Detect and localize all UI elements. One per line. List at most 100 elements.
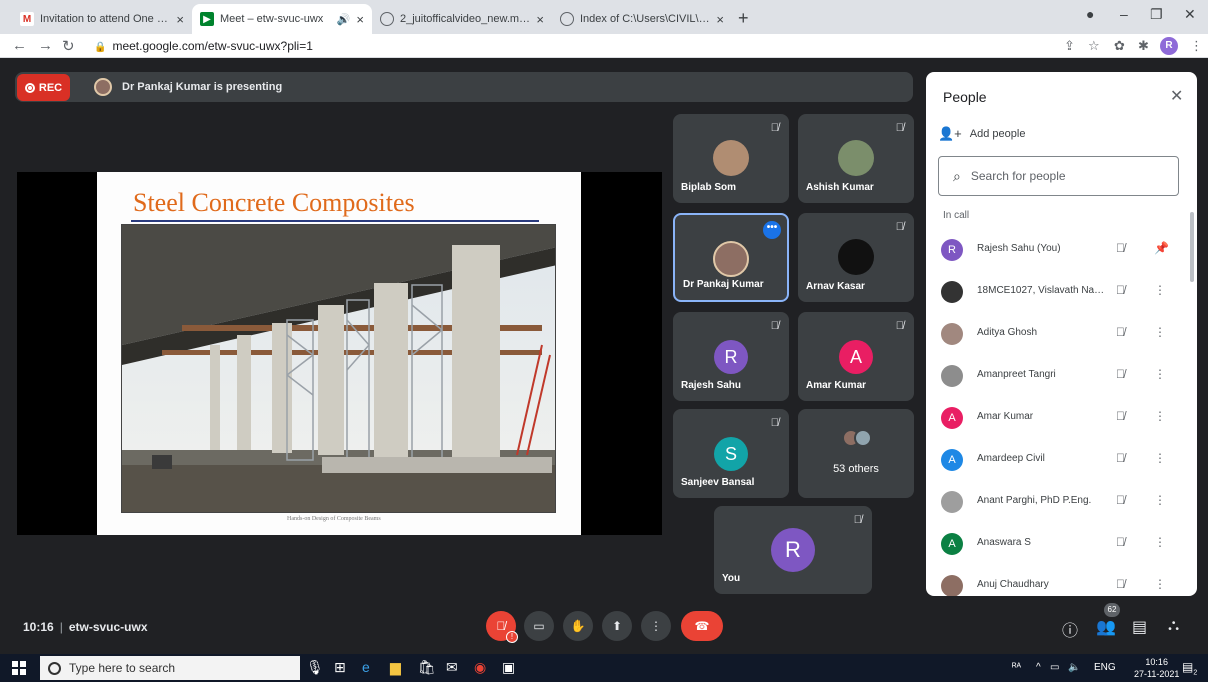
mic-toggle-button[interactable]: 🎙̸ ! [486, 611, 518, 643]
participant-avatar [941, 281, 963, 303]
mic-off-icon: 🎙̸ [770, 122, 779, 134]
speaker-icon[interactable]: 🔊 [337, 13, 351, 26]
profile-avatar[interactable]: R [1160, 37, 1178, 55]
window-close-button[interactable]: ✕ [1184, 6, 1196, 23]
others-tile[interactable]: 53 others [798, 409, 914, 498]
participant-row[interactable]: Aditya Ghosh 🎙̸ ⋮ [926, 313, 1188, 355]
raise-hand-button[interactable]: ✋ [563, 611, 593, 641]
mail-icon[interactable]: ✉ [446, 659, 458, 676]
presentation-slide: Steel Concrete Composites Hands-on Desig… [97, 172, 581, 535]
participant-tile[interactable]: 🎙̸ R Rajesh Sahu [673, 312, 789, 401]
reload-button[interactable]: ↻ [62, 37, 75, 55]
participant-avatar: A [941, 449, 963, 471]
new-tab-button[interactable]: + [738, 8, 749, 29]
in-call-label: In call [943, 210, 970, 221]
warning-icon: ! [506, 631, 518, 643]
more-options-icon[interactable]: ⋮ [1154, 535, 1166, 549]
participant-row[interactable]: A Amardeep Civil 🎙̸ ⋮ [926, 439, 1188, 481]
participant-tile[interactable]: 🎙̸ Ashish Kumar [798, 114, 914, 203]
more-options-icon[interactable]: ⋮ [1154, 409, 1166, 423]
rec-badge[interactable]: REC [17, 74, 70, 101]
minimize-button[interactable]: – [1120, 6, 1128, 22]
notification-icon[interactable]: ▤2 [1182, 660, 1197, 676]
back-button[interactable]: ← [12, 37, 27, 54]
participant-tile[interactable]: 🎙̸ S Sanjeev Bansal [673, 409, 789, 498]
windows-start-icon[interactable] [12, 661, 26, 675]
participant-row[interactable]: R Rajesh Sahu (You) 🎙̸ 📌 [926, 229, 1188, 271]
language-indicator[interactable]: ENG [1094, 662, 1116, 673]
volume-icon[interactable]: 🔈 [1068, 662, 1080, 673]
edge-icon[interactable]: e [362, 659, 370, 675]
close-icon[interactable]: × [356, 12, 364, 27]
microphone-icon[interactable]: 🎙 [306, 659, 324, 676]
more-options-icon[interactable]: ⋮ [1154, 451, 1166, 465]
share-icon[interactable]: ⇪ [1064, 38, 1075, 54]
more-options-button[interactable]: ⋮ [641, 611, 671, 641]
add-people-button[interactable]: 👤+ Add people [938, 126, 1025, 142]
address-bar: ← → ↻ 🔒 meet.google.com/etw-svuc-uwx?pli=… [0, 34, 1208, 58]
participant-row[interactable]: Anant Parghi, PhD P.Eng. 🎙̸ ⋮ [926, 481, 1188, 523]
people-icon[interactable]: 👥 [1096, 617, 1116, 637]
close-icon[interactable]: × [716, 12, 724, 27]
tab-video[interactable]: 2_juitofficalvideo_new.mp4 × [372, 4, 552, 34]
taskbar-clock[interactable]: 10:16 27-11-2021 [1134, 656, 1179, 680]
chrome-icon[interactable]: ◉ [474, 659, 486, 676]
participant-avatar: A [839, 340, 873, 374]
people-tray-icon[interactable]: ᴿᴬ [1012, 662, 1021, 673]
leave-call-button[interactable]: ☎ [681, 611, 723, 641]
participant-tile[interactable]: 🎙̸ A Amar Kumar [798, 312, 914, 401]
participant-row[interactable]: Amanpreet Tangri 🎙̸ ⋮ [926, 355, 1188, 397]
participant-avatar [838, 239, 874, 275]
participant-tile[interactable]: 🎙̸ Biplab Som [673, 114, 789, 203]
more-options-icon[interactable]: ⋮ [1154, 493, 1166, 507]
forward-button[interactable]: → [38, 37, 53, 54]
slide-divider [131, 220, 539, 222]
add-person-icon: 👤+ [938, 126, 962, 141]
puzzle-icon[interactable]: ✱ [1138, 38, 1149, 54]
photos-icon[interactable]: ▣ [502, 659, 515, 676]
participant-avatar [941, 491, 963, 513]
participant-row[interactable]: A Anaswara S 🎙̸ ⋮ [926, 523, 1188, 565]
pin-icon[interactable]: 📌 [1154, 241, 1169, 255]
info-icon[interactable]: ⓘ [1062, 617, 1078, 641]
participant-row[interactable]: Anuj Chaudhary 🎙̸ ⋮ [926, 565, 1188, 596]
restore-button[interactable]: ❐ [1150, 6, 1163, 23]
bridge-photo [121, 224, 556, 513]
activities-icon[interactable]: ⛬ [1168, 617, 1179, 635]
present-button[interactable]: ⬆ [602, 611, 632, 641]
more-options-icon[interactable]: ⋮ [1154, 325, 1166, 339]
panel-scrollbar[interactable] [1190, 212, 1194, 282]
more-options-icon[interactable]: ⋮ [1154, 577, 1166, 591]
search-people-input[interactable]: ⌕ Search for people [938, 156, 1179, 196]
close-icon[interactable]: × [536, 12, 544, 27]
tab-index[interactable]: Index of C:\Users\CIVIL\Desktop\ × [552, 4, 732, 34]
tab-gmail[interactable]: M Invitation to attend One Day wel × [12, 4, 192, 34]
participant-tile[interactable]: 🎙̸ Arnav Kasar [798, 213, 914, 302]
participant-row[interactable]: A Amar Kumar 🎙̸ ⋮ [926, 397, 1188, 439]
meet-stage: REC Dr Pankaj Kumar is presenting Steel … [0, 58, 1208, 654]
bookmark-star-icon[interactable]: ☆ [1088, 38, 1100, 54]
more-options-icon[interactable]: ••• [763, 221, 781, 239]
menu-kebab-icon[interactable]: ⋮ [1190, 38, 1203, 54]
chevron-up-icon[interactable]: ^ [1036, 662, 1041, 673]
participant-row[interactable]: 18MCE1027, Vislavath Nar... 🎙̸ ⋮ [926, 271, 1188, 313]
participant-avatar: A [941, 407, 963, 429]
store-icon[interactable]: 🛍 [418, 659, 436, 676]
close-icon[interactable]: × [176, 12, 184, 27]
close-panel-button[interactable]: ✕ [1170, 86, 1183, 106]
extension-icon[interactable]: ✿ [1114, 38, 1125, 54]
more-options-icon[interactable]: ⋮ [1154, 367, 1166, 381]
more-options-icon[interactable]: ⋮ [1154, 283, 1166, 297]
taskbar-search-input[interactable]: Type here to search [40, 656, 300, 680]
chat-icon[interactable]: ▤ [1132, 617, 1147, 637]
tab-meet[interactable]: ▶ Meet – etw-svuc-uwx 🔊 × [192, 4, 372, 34]
url-field[interactable]: 🔒 meet.google.com/etw-svuc-uwx?pli=1 [94, 39, 313, 53]
file-explorer-icon[interactable]: ▆ [390, 659, 401, 676]
people-count-badge: 62 [1104, 603, 1120, 617]
self-tile[interactable]: 🎙̸ R You [714, 506, 872, 594]
camera-toggle-button[interactable]: ▭ [524, 611, 554, 641]
participant-tile-presenter[interactable]: ••• Dr Pankaj Kumar [673, 213, 789, 302]
task-view-icon[interactable]: ⊞ [334, 659, 346, 676]
network-icon[interactable]: ▭ [1050, 662, 1059, 673]
mic-off-icon: 🎙̸ [1116, 409, 1125, 423]
